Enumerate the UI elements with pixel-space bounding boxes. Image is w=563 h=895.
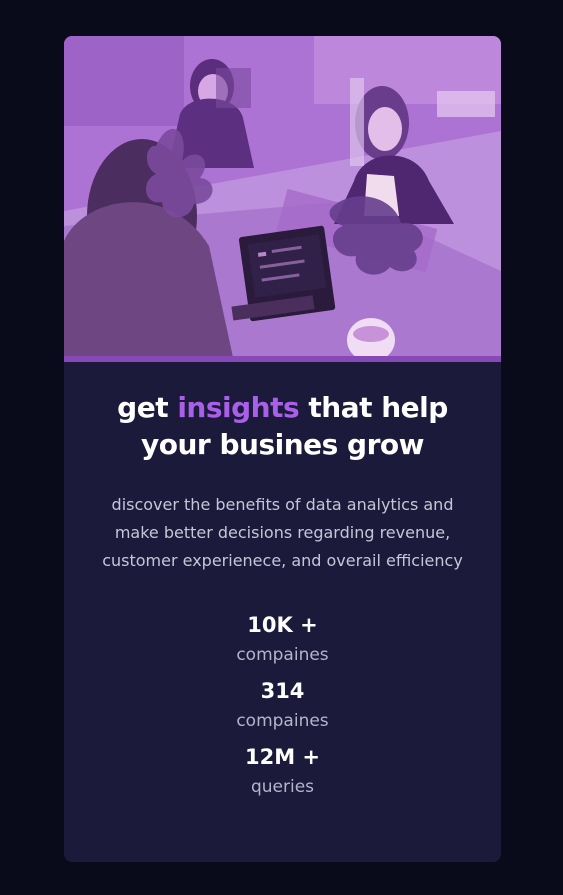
stat-label: queries [250,777,315,797]
card-description: discover the benefits of data analytics … [102,495,463,570]
title-prefix: get [117,391,178,424]
title-accent: insights [177,391,300,424]
stat-label: compaines [236,711,329,731]
stat-queries: 12M + queries [64,745,501,799]
stat-value: 10K + [247,613,318,637]
card-content: get insights that help your busines grow… [64,362,501,811]
hero-image [64,36,501,362]
page-title: get insights that help your busines grow [86,389,479,463]
stat-companies-count: 314 compaines [64,679,501,733]
stat-value: 12M + [244,745,321,769]
stat-companies-total: 10K + compaines [64,613,501,667]
stats-list: 10K + compaines 314 compaines 12M + quer… [64,613,501,799]
insights-card: get insights that help your busines grow… [64,36,501,862]
office-team-photo-icon [64,36,501,362]
stat-label: compaines [236,645,329,665]
stat-value: 314 [260,679,305,703]
